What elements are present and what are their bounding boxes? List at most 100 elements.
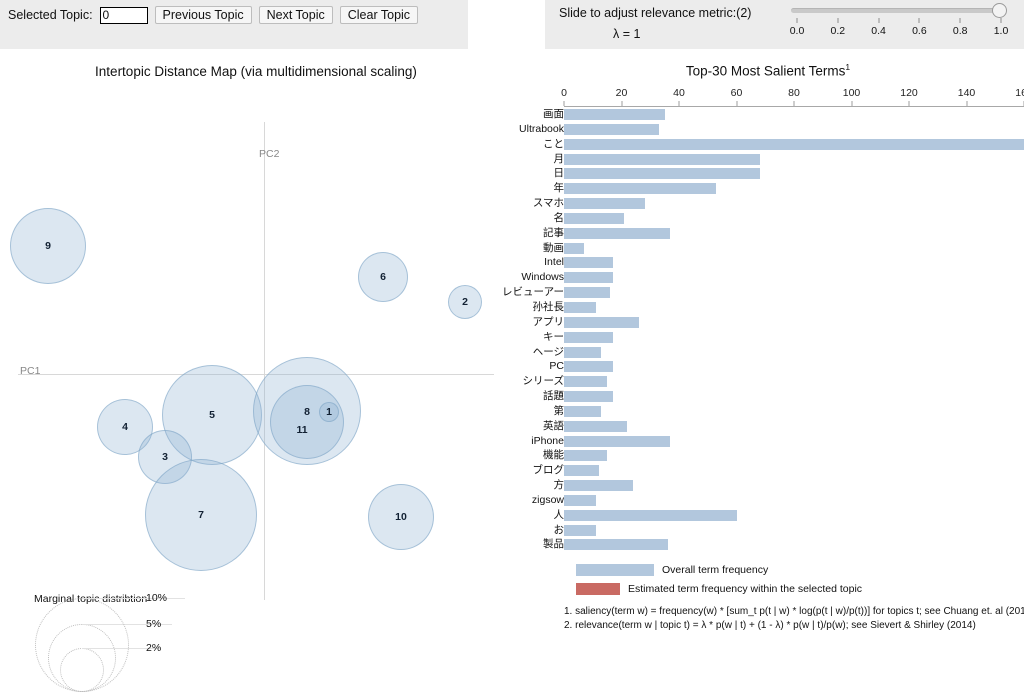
bar-overall-frequency[interactable] [564, 154, 760, 165]
bar-overall-frequency[interactable] [564, 257, 613, 268]
bar-row[interactable]: シリーズ [512, 374, 1024, 389]
bar-overall-frequency[interactable] [564, 406, 601, 417]
bar-term-label[interactable]: Intel [364, 255, 564, 270]
bar-term-label[interactable]: レビューアー [364, 285, 564, 300]
bar-overall-frequency[interactable] [564, 376, 607, 387]
bar-term-label[interactable]: 日 [364, 166, 564, 181]
bar-row[interactable]: 年 [512, 181, 1024, 196]
bar-overall-frequency[interactable] [564, 539, 668, 550]
bar-overall-frequency[interactable] [564, 332, 613, 343]
bar-row[interactable]: 日 [512, 166, 1024, 181]
bar-overall-frequency[interactable] [564, 272, 613, 283]
bar-term-label[interactable]: 製品 [364, 537, 564, 552]
bar-term-label[interactable]: 方 [364, 478, 564, 493]
bar-term-label[interactable]: ヘージ [364, 345, 564, 360]
bar-row[interactable]: PC [512, 359, 1024, 374]
bar-overall-frequency[interactable] [564, 213, 624, 224]
bar-term-label[interactable]: Windows [364, 270, 564, 285]
bar-row[interactable]: こと [512, 137, 1024, 152]
bar-term-label[interactable]: 人 [364, 508, 564, 523]
bar-term-label[interactable]: PC [364, 359, 564, 374]
bar-row[interactable]: Intel [512, 255, 1024, 270]
bar-term-label[interactable]: zigsow [364, 493, 564, 508]
relevance-slider-handle[interactable] [992, 3, 1007, 18]
bar-row[interactable]: キー [512, 330, 1024, 345]
bar-overall-frequency[interactable] [564, 168, 760, 179]
bar-term-label[interactable]: 記事 [364, 226, 564, 241]
bar-term-label[interactable]: 第 [364, 404, 564, 419]
bar-term-label[interactable]: 画面 [364, 107, 564, 122]
relevance-slider-track[interactable] [791, 8, 1003, 13]
bar-row[interactable]: 孙社長 [512, 300, 1024, 315]
bar-overall-frequency[interactable] [564, 361, 613, 372]
bar-term-label[interactable]: 英語 [364, 419, 564, 434]
bar-row[interactable]: Ultrabook [512, 122, 1024, 137]
pc2-axis-line [264, 122, 265, 600]
bar-overall-frequency[interactable] [564, 480, 633, 491]
bar-overall-frequency[interactable] [564, 510, 737, 521]
bar-term-label[interactable]: お [364, 523, 564, 538]
bar-row[interactable]: 第 [512, 404, 1024, 419]
bar-row[interactable]: 人 [512, 508, 1024, 523]
bar-row[interactable]: 機能 [512, 448, 1024, 463]
bar-row[interactable]: 方 [512, 478, 1024, 493]
bar-term-label[interactable]: アプリ [364, 315, 564, 330]
bar-row[interactable]: 話題 [512, 389, 1024, 404]
bar-term-label[interactable]: iPhone [364, 434, 564, 449]
bar-term-label[interactable]: 月 [364, 152, 564, 167]
bar-term-label[interactable]: ブログ [364, 463, 564, 478]
bar-row[interactable]: 画面 [512, 107, 1024, 122]
bar-overall-frequency[interactable] [564, 183, 716, 194]
bar-row[interactable]: Windows [512, 270, 1024, 285]
bar-overall-frequency[interactable] [564, 287, 610, 298]
topic-bubble[interactable] [270, 385, 344, 459]
bar-term-label[interactable]: 話題 [364, 389, 564, 404]
bar-row[interactable]: 記事 [512, 226, 1024, 241]
bar-overall-frequency[interactable] [564, 436, 670, 447]
bar-overall-frequency[interactable] [564, 198, 645, 209]
bars-title-text: Top-30 Most Salient Terms [686, 64, 846, 79]
bar-overall-frequency[interactable] [564, 421, 627, 432]
bar-row[interactable]: スマホ [512, 196, 1024, 211]
bar-row[interactable]: zigsow [512, 493, 1024, 508]
bar-overall-frequency[interactable] [564, 465, 599, 476]
bar-overall-frequency[interactable] [564, 109, 665, 120]
topic-bubble-label: 1 [326, 406, 332, 418]
clear-topic-button[interactable]: Clear Topic [340, 6, 418, 24]
bar-overall-frequency[interactable] [564, 495, 596, 506]
bar-row[interactable]: レビューアー [512, 285, 1024, 300]
bar-row[interactable]: 英語 [512, 419, 1024, 434]
bar-overall-frequency[interactable] [564, 139, 1024, 150]
bar-row[interactable]: 月 [512, 152, 1024, 167]
bar-overall-frequency[interactable] [564, 450, 607, 461]
bar-overall-frequency[interactable] [564, 243, 584, 254]
bar-row[interactable]: ヘージ [512, 345, 1024, 360]
bar-term-label[interactable]: 名 [364, 211, 564, 226]
bar-row[interactable]: お [512, 523, 1024, 538]
bar-term-label[interactable]: シリーズ [364, 374, 564, 389]
bar-overall-frequency[interactable] [564, 124, 659, 135]
bar-row[interactable]: ブログ [512, 463, 1024, 478]
bar-term-label[interactable]: Ultrabook [364, 122, 564, 137]
bar-overall-frequency[interactable] [564, 302, 596, 313]
bar-term-label[interactable]: 動画 [364, 241, 564, 256]
bar-term-label[interactable]: 孙社長 [364, 300, 564, 315]
bar-overall-frequency[interactable] [564, 228, 670, 239]
bar-term-label[interactable]: こと [364, 137, 564, 152]
bar-row[interactable]: 製品 [512, 537, 1024, 552]
bar-overall-frequency[interactable] [564, 391, 613, 402]
bar-term-label[interactable]: 年 [364, 181, 564, 196]
bar-term-label[interactable]: スマホ [364, 196, 564, 211]
bar-overall-frequency[interactable] [564, 317, 639, 328]
selected-topic-input[interactable] [100, 7, 148, 24]
next-topic-button[interactable]: Next Topic [259, 6, 333, 24]
bar-overall-frequency[interactable] [564, 525, 596, 536]
bar-row[interactable]: 名 [512, 211, 1024, 226]
bar-overall-frequency[interactable] [564, 347, 601, 358]
bar-term-label[interactable]: キー [364, 330, 564, 345]
bar-row[interactable]: iPhone [512, 434, 1024, 449]
bar-term-label[interactable]: 機能 [364, 448, 564, 463]
bar-row[interactable]: アプリ [512, 315, 1024, 330]
previous-topic-button[interactable]: Previous Topic [155, 6, 252, 24]
bar-row[interactable]: 動画 [512, 241, 1024, 256]
